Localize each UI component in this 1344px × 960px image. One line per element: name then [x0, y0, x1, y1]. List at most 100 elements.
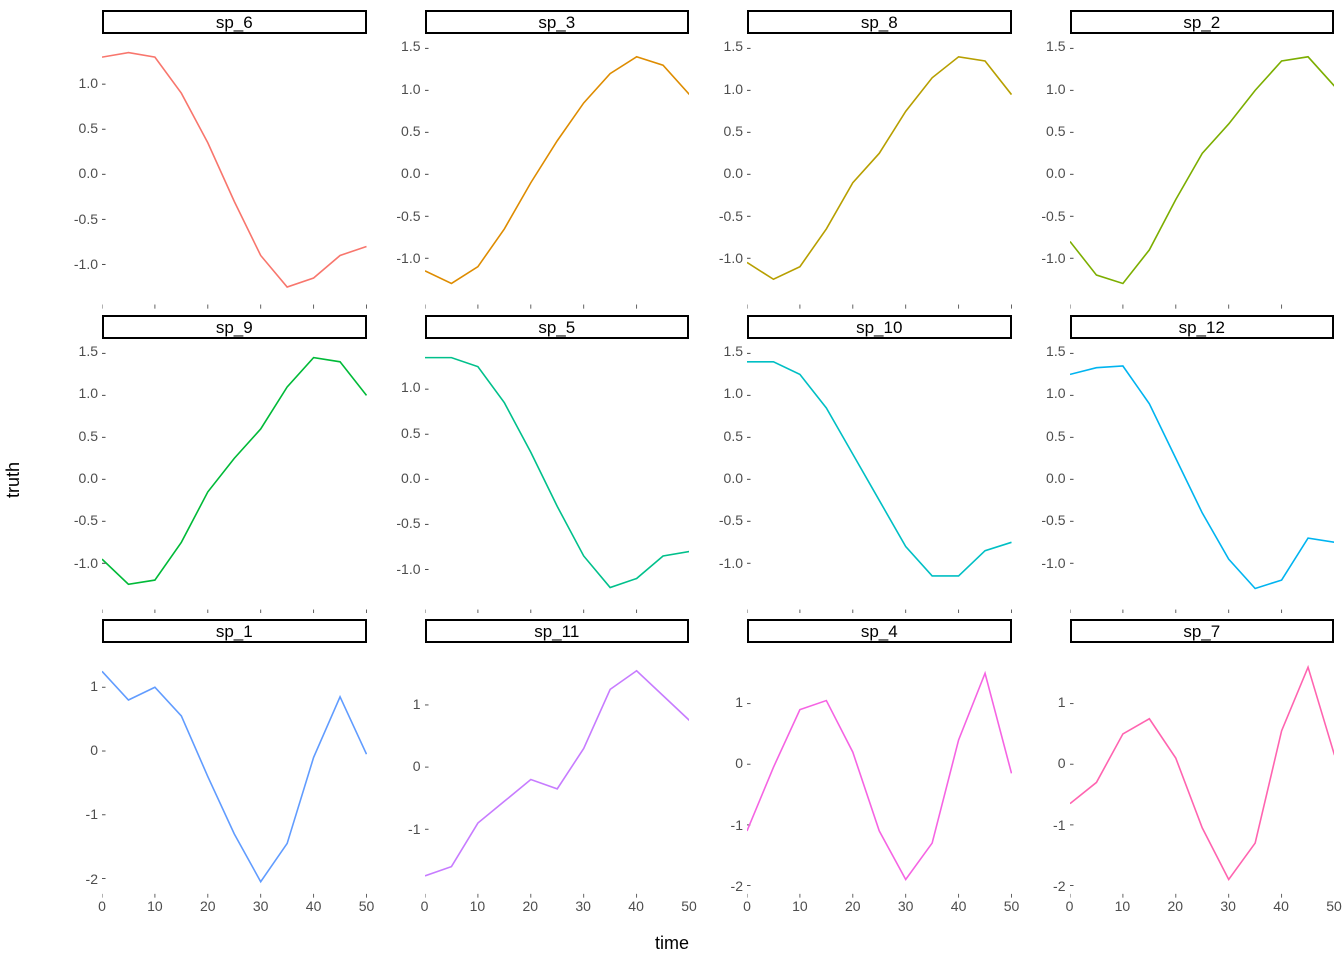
y-tick-label: 0.0 — [79, 165, 98, 181]
series-line — [102, 53, 367, 287]
x-tick-label: 40 — [1273, 898, 1289, 914]
y-tick-label: 1 — [90, 678, 98, 694]
facet-cell-sp_2: sp_2-1.0-0.50.00.51.01.5 — [1026, 8, 1339, 309]
facet-cell-sp_9: sp_9-1.0-0.50.00.51.01.5 — [58, 313, 371, 614]
facet-strip: sp_12 — [1070, 315, 1335, 339]
panel-wrap: -1.0 -0.5 0.0 0.5 1.0 — [58, 38, 371, 309]
plot-panel — [102, 345, 367, 614]
y-tick-label: 0.0 — [79, 470, 98, 486]
y-tick-label: 0.0 — [401, 165, 420, 181]
facet-cell-sp_3: sp_3-1.0-0.50.00.51.01.5 — [381, 8, 694, 309]
x-tick-label: 0 — [1066, 898, 1074, 914]
x-tick-label: 20 — [1168, 898, 1184, 914]
y-tick-label: 0 — [413, 758, 421, 774]
y-tick-label: 1.0 — [79, 75, 98, 91]
y-tick-label: -0.5 — [396, 208, 420, 224]
y-tick-label: -0.5 — [1041, 208, 1065, 224]
y-tick-label: -0.5 — [74, 512, 98, 528]
facet-strip: sp_11 — [425, 619, 690, 643]
x-tick-label: 0 — [98, 898, 106, 914]
y-tick-label: 0 — [90, 742, 98, 758]
y-tick-label: -1.0 — [1041, 250, 1065, 266]
y-tick-label: -1.0 — [74, 555, 98, 571]
x-axis-label: time — [655, 933, 689, 954]
series-line — [1070, 57, 1335, 284]
plot-panel — [1070, 345, 1335, 614]
y-tick-label: -1.0 — [719, 250, 743, 266]
x-tick-label: 30 — [1220, 898, 1236, 914]
plot-panel — [747, 649, 1012, 898]
panel-wrap: -1.0-0.50.00.51.0 — [381, 343, 694, 614]
x-tick-label: 50 — [359, 898, 375, 914]
series-line — [102, 357, 367, 584]
y-tick-label: 1.5 — [724, 38, 743, 54]
y-tick-label: -1.0 — [719, 555, 743, 571]
panel-wrap: -2-10101020304050 — [1026, 647, 1339, 898]
y-tick-label: 0.5 — [1046, 123, 1065, 139]
series-line — [425, 57, 690, 284]
y-tick-label: -2 — [86, 871, 98, 887]
y-tick-label: 1 — [735, 694, 743, 710]
y-tick-label: 0.0 — [1046, 470, 1065, 486]
x-tick-label: 10 — [1115, 898, 1131, 914]
y-tick-label: 1.0 — [1046, 385, 1065, 401]
y-tick-label: 1.5 — [1046, 343, 1065, 359]
y-tick-label: -1.0 — [74, 256, 98, 272]
x-tick-label: 30 — [575, 898, 591, 914]
panel-wrap: -10101020304050 — [381, 647, 694, 898]
y-tick-label: 1.5 — [401, 38, 420, 54]
facet-cell-sp_7: sp_7-2-10101020304050 — [1026, 617, 1339, 918]
facet-cell-sp_5: sp_5-1.0-0.50.00.51.0 — [381, 313, 694, 614]
facet-cell-sp_12: sp_12-1.0-0.50.00.51.01.5 — [1026, 313, 1339, 614]
x-tick-label: 10 — [470, 898, 486, 914]
y-axis: -1.0-0.50.00.51.01.5 — [703, 38, 745, 309]
y-tick-label: -0.5 — [719, 512, 743, 528]
y-tick-label: 0.5 — [79, 428, 98, 444]
y-tick-label: 0.0 — [1046, 165, 1065, 181]
y-tick-label: 0.5 — [724, 428, 743, 444]
series-line — [425, 671, 690, 876]
y-tick-label: 1 — [413, 696, 421, 712]
y-tick-label: -1.0 — [396, 561, 420, 577]
x-tick-label: 20 — [200, 898, 216, 914]
y-axis: -1.0 -0.5 0.0 0.5 1.0 — [58, 38, 100, 309]
x-tick-label: 40 — [951, 898, 967, 914]
panel-wrap: -2-10101020304050 — [703, 647, 1016, 898]
facet-strip: sp_4 — [747, 619, 1012, 643]
series-line — [747, 674, 1012, 880]
y-tick-label: 1.0 — [401, 379, 420, 395]
y-axis-label: truth — [3, 462, 24, 498]
y-tick-label: 1.0 — [79, 385, 98, 401]
panel-wrap: -1.0-0.50.00.51.01.5 — [58, 343, 371, 614]
panel-wrap: -1.0-0.50.00.51.01.5 — [703, 38, 1016, 309]
y-tick-label: 1.0 — [724, 81, 743, 97]
facet-grid: sp_6 -1.0 -0.5 0.0 0.5 1.0 sp_3 -1.0 -0.5 0.0 0.5 1… — [58, 8, 1338, 918]
y-tick-label: 0.0 — [724, 470, 743, 486]
x-tick-label: 0 — [743, 898, 751, 914]
facet-strip: sp_3 — [425, 10, 690, 34]
facet-cell-sp_1: sp_1-2-10101020304050 — [58, 617, 371, 918]
y-tick-label: 0.5 — [79, 120, 98, 136]
panel-wrap: -1.0-0.50.00.51.01.5 — [1026, 38, 1339, 309]
y-tick-label: 1.0 — [1046, 81, 1065, 97]
plot-panel — [747, 345, 1012, 614]
x-tick-label: 50 — [1326, 898, 1342, 914]
y-tick-label: -0.5 — [74, 211, 98, 227]
facet-strip: sp_1 — [102, 619, 367, 643]
facet-strip: sp_6 — [102, 10, 367, 34]
y-axis: -2-101 — [703, 647, 745, 898]
y-axis: -2-101 — [58, 647, 100, 898]
y-axis: -1.0-0.50.00.51.01.5 — [381, 38, 423, 309]
x-axis: 01020304050 — [1070, 898, 1335, 916]
y-tick-label: -0.5 — [396, 515, 420, 531]
series-line — [425, 357, 690, 587]
series-line — [1070, 668, 1335, 880]
x-tick-label: 50 — [1004, 898, 1020, 914]
y-tick-label: -1 — [1053, 817, 1065, 833]
y-tick-label: -1.0 — [1041, 555, 1065, 571]
y-tick-label: 0.5 — [401, 425, 420, 441]
y-axis: -1.0-0.50.00.51.01.5 — [1026, 38, 1068, 309]
panel-wrap: -1.0-0.50.00.51.01.5 — [1026, 343, 1339, 614]
y-axis: -1.0-0.50.00.51.0 — [381, 343, 423, 614]
series-line — [102, 672, 367, 882]
